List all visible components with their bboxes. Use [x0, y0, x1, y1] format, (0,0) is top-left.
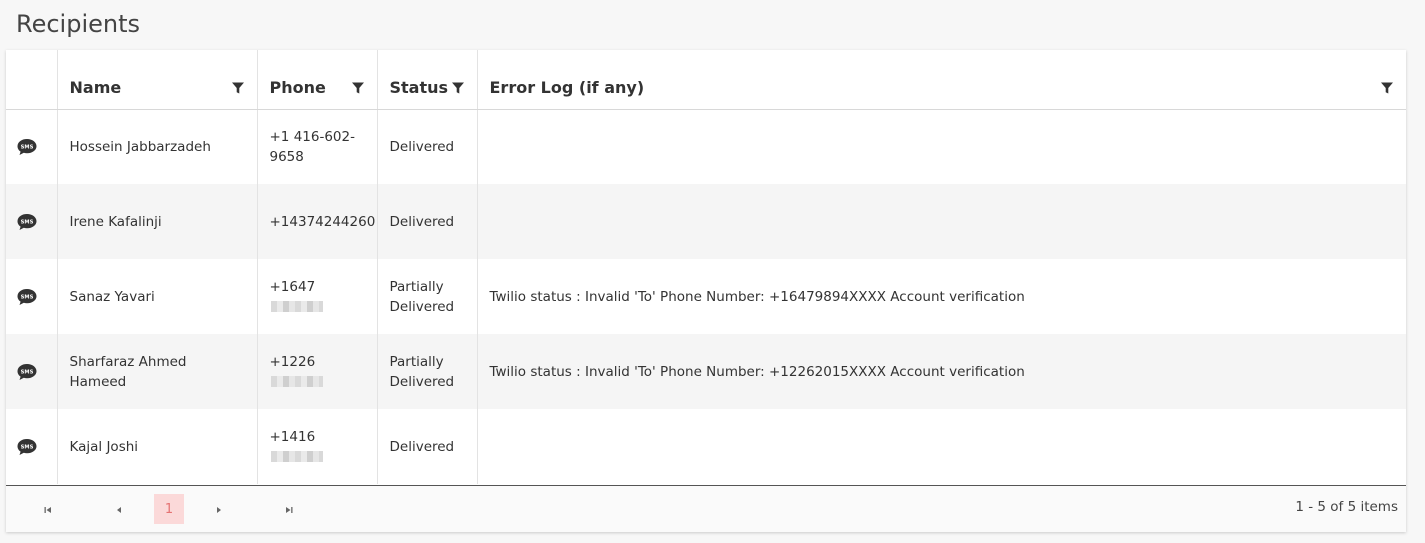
status-cell: Partially Delivered	[377, 259, 478, 334]
last-page-icon	[286, 507, 293, 513]
name-cell: Irene Kafalinji	[57, 184, 258, 259]
filter-icon[interactable]	[451, 81, 465, 95]
column-header-icon	[6, 50, 58, 110]
channel-cell: SMS	[6, 184, 58, 259]
column-header-label[interactable]: Name	[70, 78, 122, 97]
column-header-label[interactable]: Status	[390, 78, 449, 97]
channel-cell: SMS	[6, 334, 58, 409]
column-header-phone[interactable]: Phone	[257, 50, 378, 110]
redacted-digits	[270, 301, 323, 312]
chevron-right-icon	[217, 507, 221, 513]
status-cell: Delivered	[377, 409, 478, 484]
svg-text:SMS: SMS	[21, 444, 34, 450]
phone-cell: +1 416-602-9658	[257, 109, 378, 184]
error-log-cell: Twilio status : Invalid 'To' Phone Numbe…	[477, 334, 1406, 409]
phone-visible: +1416	[269, 428, 316, 445]
column-header-label[interactable]: Error Log (if any)	[490, 78, 645, 97]
next-page-button[interactable]	[205, 496, 233, 524]
channel-cell: SMS	[6, 409, 58, 484]
phone-cell: +14374244260	[257, 184, 378, 259]
phone-cell: +1226	[257, 334, 378, 409]
sms-icon: SMS	[17, 363, 37, 380]
first-page-icon	[44, 507, 51, 513]
recipients-table: Name Phone Status Error Log (if any) SMS…	[6, 50, 1406, 484]
page-title: Recipients	[16, 10, 141, 38]
last-page-button[interactable]	[275, 496, 303, 524]
column-header-status[interactable]: Status	[377, 50, 478, 110]
previous-page-button[interactable]	[105, 496, 133, 524]
phone-visible: +1647	[269, 278, 316, 295]
phone-cell: +1647	[257, 259, 378, 334]
svg-text:SMS: SMS	[21, 369, 34, 375]
table-row[interactable]: SMS Sanaz Yavari +1647 Partially Deliver…	[6, 259, 1406, 334]
filter-icon[interactable]	[1380, 81, 1394, 95]
error-log-cell	[477, 109, 1406, 184]
error-log-cell: Twilio status : Invalid 'To' Phone Numbe…	[489, 288, 1025, 305]
recipients-grid: Name Phone Status Error Log (if any) SMS…	[6, 50, 1406, 532]
name-cell: Hossein Jabbarzadeh	[57, 109, 258, 184]
sms-icon: SMS	[17, 288, 37, 305]
phone-cell: +1416	[257, 409, 378, 484]
status-cell: Delivered	[377, 109, 478, 184]
redacted-digits	[270, 451, 323, 462]
first-page-button[interactable]	[34, 496, 62, 524]
sms-icon: SMS	[17, 438, 37, 455]
pager-info: 1 - 5 of 5 items	[1295, 499, 1398, 515]
table-row[interactable]: SMS Irene Kafalinji +14374244260 Deliver…	[6, 184, 1406, 259]
svg-text:SMS: SMS	[21, 294, 34, 300]
table-row[interactable]: SMS Hossein Jabbarzadeh +1 416-602-9658 …	[6, 109, 1406, 184]
sms-icon: SMS	[17, 138, 37, 155]
column-header-error-log[interactable]: Error Log (if any)	[477, 50, 1406, 110]
error-log-cell	[477, 409, 1406, 484]
name-cell: Sanaz Yavari	[57, 259, 258, 334]
error-log-cell	[477, 184, 1406, 259]
filter-icon[interactable]	[351, 81, 365, 95]
sms-icon: SMS	[17, 213, 37, 230]
column-header-label[interactable]: Phone	[270, 78, 326, 97]
name-cell: Sharfaraz Ahmed Hameed	[57, 334, 258, 409]
chevron-left-icon	[117, 507, 121, 513]
channel-cell: SMS	[6, 259, 58, 334]
svg-text:SMS: SMS	[21, 144, 34, 150]
name-cell: Kajal Joshi	[57, 409, 258, 484]
status-cell: Delivered	[377, 184, 478, 259]
table-row[interactable]: SMS Kajal Joshi +1416 Delivered	[6, 409, 1406, 484]
table-row[interactable]: SMS Sharfaraz Ahmed Hameed +1226 Partial…	[6, 334, 1406, 409]
filter-icon[interactable]	[231, 81, 245, 95]
column-header-name[interactable]: Name	[57, 50, 258, 110]
pager: 1 1 - 5 of 5 items	[6, 485, 1406, 532]
status-cell: Partially Delivered	[377, 334, 478, 409]
phone-visible: +1226	[269, 353, 316, 370]
redacted-digits	[270, 376, 323, 387]
page-number-button[interactable]: 1	[154, 494, 184, 524]
svg-text:SMS: SMS	[21, 219, 34, 225]
channel-cell: SMS	[6, 109, 58, 184]
header-row: Name Phone Status Error Log (if any)	[6, 50, 1406, 110]
